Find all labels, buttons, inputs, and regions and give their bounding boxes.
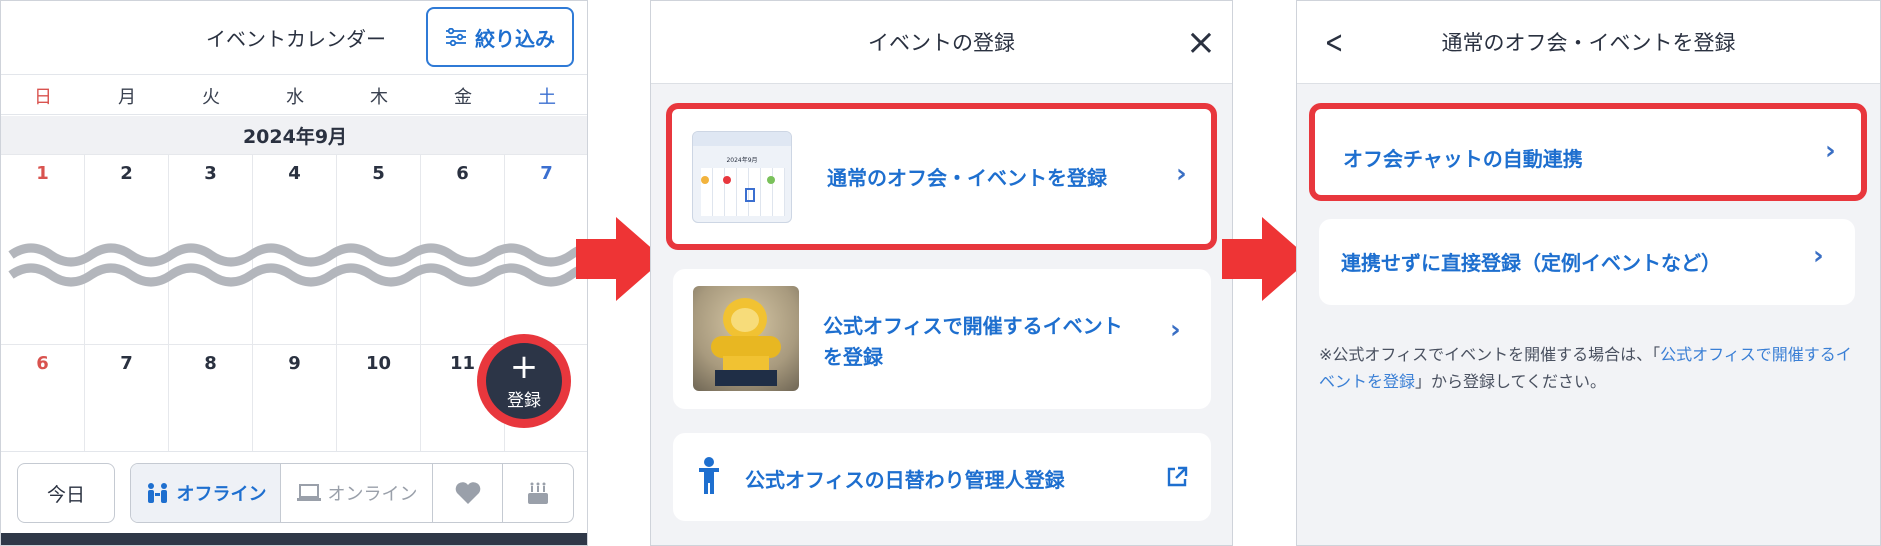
home-indicator-bar (1, 533, 587, 545)
segment-online[interactable]: オンライン (281, 464, 433, 522)
screen-header: 通常のオフ会・イベントを登録 (1297, 1, 1880, 84)
sheet-header: イベントの登録 (651, 1, 1232, 84)
person-icon (699, 457, 719, 494)
register-event-sheet: イベントの登録 × 2024年9月 通常のオフ会・イベントを登録 › 公式オフィ… (650, 0, 1233, 546)
register-normal-event-item[interactable]: 2024年9月 通常のオフ会・イベントを登録 › (666, 103, 1217, 250)
calendar-day[interactable]: 8 (169, 344, 253, 451)
register-fab-button[interactable]: + 登録 (477, 334, 571, 428)
filter-sliders-icon (446, 28, 466, 46)
register-office-event-item[interactable]: 公式オフィスで開催するイベント を登録 › (673, 269, 1211, 409)
calendar-screen: イベントカレンダー 絞り込み 日 月 火 水 木 金 土 2024年9月 1 2… (0, 0, 588, 546)
laptop-icon (296, 484, 321, 501)
register-normal-event-label: 通常のオフ会・イベントを登録 (827, 166, 1107, 190)
event-type-segmented: オフライン オンライン (130, 463, 574, 523)
chevron-right-icon: › (1176, 159, 1187, 189)
thumbnail-month: 2024年9月 (726, 156, 758, 164)
omission-wave-graphic (8, 243, 587, 287)
lion-statue-image (693, 286, 799, 391)
weekday-tue: 火 (202, 86, 220, 108)
calendar-day[interactable]: 6 (1, 344, 85, 451)
weekday-thu: 木 (370, 86, 388, 108)
note-text: ※公式オフィスでイベントを開催する場合は、「公式オフィスで開催するイベントを登録… (1319, 345, 1852, 391)
plus-icon: + (509, 346, 539, 387)
calendar-day[interactable]: 10 (337, 344, 421, 451)
calendar-day[interactable]: 9 (253, 344, 337, 451)
close-icon[interactable]: × (1181, 21, 1221, 63)
segment-online-label: オンライン (327, 484, 418, 505)
weekday-sat: 土 (538, 86, 556, 108)
register-office-event-label: 公式オフィスで開催するイベント を登録 (823, 314, 1123, 369)
heart-icon (455, 482, 480, 504)
segment-offline[interactable]: オフライン (131, 464, 281, 522)
weekday-mon: 月 (118, 86, 136, 108)
segment-offline-label: オフライン (176, 484, 267, 505)
auto-link-chat-label: オフ会チャットの自動連携 (1343, 147, 1583, 171)
cake-icon (528, 482, 548, 504)
calendar-thumbnail: 2024年9月 (692, 131, 792, 223)
chevron-right-icon: › (1170, 315, 1181, 345)
calendar-title: イベントカレンダー (206, 26, 386, 51)
fab-label: 登録 (507, 390, 541, 411)
filter-button-label: 絞り込み (475, 26, 555, 51)
auto-link-chat-item[interactable]: オフ会チャットの自動連携 › (1309, 103, 1867, 201)
external-link-icon (1167, 466, 1188, 487)
weekday-header: 日 月 火 水 木 金 土 (1, 74, 587, 115)
screen-title: 通常のオフ会・イベントを登録 (1441, 31, 1736, 55)
segment-birthday[interactable] (503, 464, 573, 522)
segment-favorite[interactable] (433, 464, 503, 522)
month-label: 2024年9月 (1, 116, 587, 154)
direct-register-item[interactable]: 連携せずに直接登録（定例イベントなど） › (1319, 219, 1855, 305)
sheet-title: イベントの登録 (868, 31, 1015, 55)
calendar-day[interactable]: 7 (85, 344, 169, 451)
office-manager-register-label: 公式オフィスの日替わり管理人登録 (745, 468, 1065, 492)
direct-register-label: 連携せずに直接登録（定例イベントなど） (1341, 251, 1721, 275)
chevron-right-icon: › (1825, 136, 1836, 166)
weekday-wed: 水 (286, 86, 304, 108)
register-normal-event-screen: 通常のオフ会・イベントを登録 < オフ会チャットの自動連携 › 連携せずに直接登… (1296, 0, 1881, 546)
weekday-sun: 日 (34, 86, 52, 108)
back-chevron-icon[interactable]: < (1324, 21, 1345, 63)
weekday-fri: 金 (454, 86, 472, 108)
today-button[interactable]: 今日 (17, 463, 115, 523)
chevron-right-icon: › (1813, 241, 1824, 271)
office-manager-register-item[interactable]: 公式オフィスの日替わり管理人登録 (673, 433, 1211, 521)
filter-button[interactable]: 絞り込み (426, 7, 574, 67)
people-icon (147, 483, 167, 503)
